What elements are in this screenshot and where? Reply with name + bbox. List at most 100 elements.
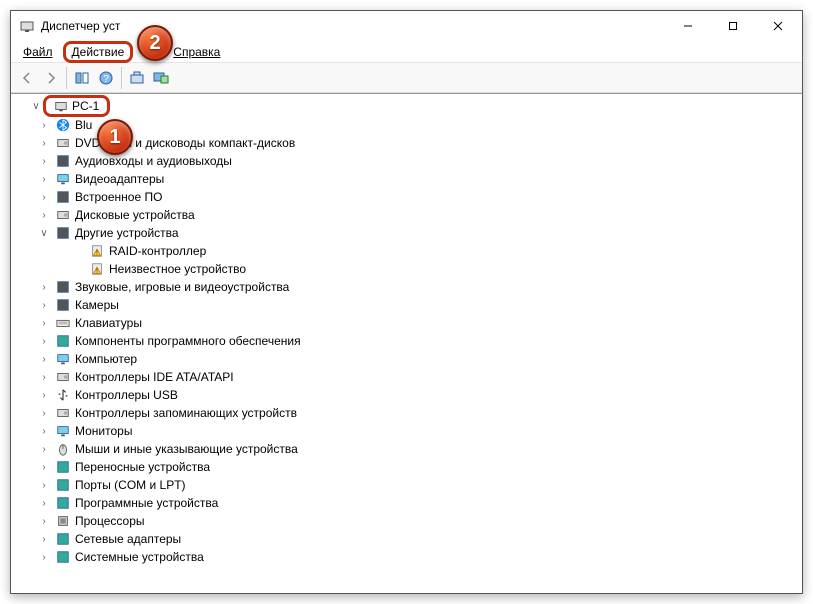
expand-icon[interactable]: › bbox=[37, 208, 51, 222]
expand-icon[interactable]: › bbox=[37, 424, 51, 438]
tree-root[interactable]: ∨ PC-1 bbox=[15, 96, 802, 116]
category-label: Порты (COM и LPT) bbox=[75, 478, 186, 492]
menu-file[interactable]: Файл bbox=[15, 43, 61, 61]
tree-category[interactable]: › Компьютер bbox=[15, 350, 802, 368]
expand-icon[interactable]: ∨ bbox=[37, 226, 51, 240]
tree-category[interactable]: ›Аудиовходы и аудиовыходы bbox=[15, 152, 802, 170]
app-icon bbox=[19, 18, 35, 34]
category-label: Процессоры bbox=[75, 514, 145, 528]
category-label: Дисковые устройства bbox=[75, 208, 195, 222]
tree-category[interactable]: ›Встроенное ПО bbox=[15, 188, 802, 206]
system-icon bbox=[55, 549, 71, 565]
toolbar-scan-button[interactable] bbox=[125, 66, 149, 90]
tree-category[interactable]: ›Компоненты программного обеспечения bbox=[15, 332, 802, 350]
window-title: Диспетчер уст bbox=[41, 19, 665, 33]
cpu-icon bbox=[55, 513, 71, 529]
tree-category[interactable]: › Видеоадаптеры bbox=[15, 170, 802, 188]
tree-category[interactable]: › Клавиатуры bbox=[15, 314, 802, 332]
other-icon bbox=[55, 225, 71, 241]
tree-category[interactable]: › Процессоры bbox=[15, 512, 802, 530]
toolbar-devices-button[interactable] bbox=[149, 66, 173, 90]
camera-icon bbox=[55, 297, 71, 313]
minimize-button[interactable] bbox=[665, 12, 710, 41]
expand-icon[interactable]: › bbox=[37, 406, 51, 420]
expand-icon[interactable]: › bbox=[37, 478, 51, 492]
tree-category[interactable]: › Камеры bbox=[15, 296, 802, 314]
storage-icon bbox=[55, 405, 71, 421]
category-label: Сетевые адаптеры bbox=[75, 532, 181, 546]
expand-icon[interactable]: › bbox=[37, 118, 51, 132]
tree-category[interactable]: › Контроллеры запоминающих устройств bbox=[15, 404, 802, 422]
tree-category[interactable]: › Дисковые устройства bbox=[15, 206, 802, 224]
toolbar-separator bbox=[66, 67, 67, 89]
menu-help[interactable]: Справка bbox=[165, 43, 228, 61]
nav-forward-button[interactable] bbox=[39, 66, 63, 90]
maximize-button[interactable] bbox=[710, 12, 755, 41]
tree-category[interactable]: › Мониторы bbox=[15, 422, 802, 440]
window-controls bbox=[665, 12, 800, 41]
tree-pane: ∨ PC-1 ›Blu›DVD воды и дисководы компакт… bbox=[11, 93, 802, 593]
tree-category[interactable]: ›Blu bbox=[15, 116, 802, 134]
toolbar-help-button[interactable]: ? bbox=[94, 66, 118, 90]
category-label: Контроллеры IDE ATA/ATAPI bbox=[75, 370, 234, 384]
tree-category[interactable]: › Переносные устройства bbox=[15, 458, 802, 476]
toolbar: ? bbox=[11, 63, 802, 93]
expand-icon[interactable]: › bbox=[37, 388, 51, 402]
tree-device[interactable]: !RAID-контроллер bbox=[15, 242, 802, 260]
category-label: Контроллеры запоминающих устройств bbox=[75, 406, 297, 420]
tree-category[interactable]: › Контроллеры IDE ATA/ATAPI bbox=[15, 368, 802, 386]
device-tree[interactable]: ∨ PC-1 ›Blu›DVD воды и дисководы компакт… bbox=[11, 94, 802, 593]
menu-action[interactable]: Действие bbox=[63, 41, 134, 63]
category-label: Переносные устройства bbox=[75, 460, 210, 474]
expand-icon[interactable]: › bbox=[37, 316, 51, 330]
expand-icon[interactable]: › bbox=[37, 352, 51, 366]
portable-icon bbox=[55, 459, 71, 475]
nav-back-button[interactable] bbox=[15, 66, 39, 90]
category-label: Камеры bbox=[75, 298, 119, 312]
expand-icon[interactable]: › bbox=[37, 334, 51, 348]
close-button[interactable] bbox=[755, 12, 800, 41]
monitor-icon bbox=[55, 423, 71, 439]
tree-category[interactable]: ›Программные устройства bbox=[15, 494, 802, 512]
warn-icon: ! bbox=[89, 243, 105, 259]
tree-category[interactable]: › Сетевые адаптеры bbox=[15, 530, 802, 548]
expand-icon[interactable]: › bbox=[37, 136, 51, 150]
tree-device[interactable]: !Неизвестное устройство bbox=[15, 260, 802, 278]
svg-text:!: ! bbox=[96, 268, 98, 275]
root-label: PC-1 bbox=[72, 98, 99, 114]
tree-category[interactable]: ›Контроллеры USB bbox=[15, 386, 802, 404]
audio-icon bbox=[55, 153, 71, 169]
expand-icon[interactable]: › bbox=[37, 172, 51, 186]
expand-icon[interactable]: › bbox=[37, 496, 51, 510]
title-bar: Диспетчер уст bbox=[11, 11, 802, 41]
category-label: Звуковые, игровые и видеоустройства bbox=[75, 280, 289, 294]
expand-icon[interactable]: › bbox=[37, 460, 51, 474]
sound-icon bbox=[55, 279, 71, 295]
expand-icon[interactable]: ∨ bbox=[29, 99, 43, 113]
tree-category[interactable]: › Порты (COM и LPT) bbox=[15, 476, 802, 494]
expand-icon[interactable]: › bbox=[37, 532, 51, 546]
toolbar-show-tree-button[interactable] bbox=[70, 66, 94, 90]
expand-icon[interactable]: › bbox=[37, 298, 51, 312]
expand-icon[interactable]: › bbox=[37, 370, 51, 384]
expand-icon[interactable]: › bbox=[37, 190, 51, 204]
tree-category[interactable]: ›Мыши и иные указывающие устройства bbox=[15, 440, 802, 458]
dvd-icon bbox=[55, 135, 71, 151]
annotation-badge-2: 2 bbox=[137, 25, 173, 61]
expand-icon[interactable]: › bbox=[37, 514, 51, 528]
tree-category[interactable]: ∨Другие устройства bbox=[15, 224, 802, 242]
tree-category[interactable]: › Звуковые, игровые и видеоустройства bbox=[15, 278, 802, 296]
expand-icon[interactable]: › bbox=[37, 550, 51, 564]
category-label: Видеоадаптеры bbox=[75, 172, 164, 186]
expand-icon[interactable]: › bbox=[37, 280, 51, 294]
category-label: Компьютер bbox=[75, 352, 137, 366]
warn-icon: ! bbox=[89, 261, 105, 277]
ports-icon bbox=[55, 477, 71, 493]
category-label: Клавиатуры bbox=[75, 316, 142, 330]
category-label: Мониторы bbox=[75, 424, 132, 438]
tree-category[interactable]: ›Системные устройства bbox=[15, 548, 802, 566]
computer-icon bbox=[55, 351, 71, 367]
expand-icon[interactable]: › bbox=[37, 154, 51, 168]
expand-icon[interactable]: › bbox=[37, 442, 51, 456]
tree-category[interactable]: ›DVD воды и дисководы компакт-дисков bbox=[15, 134, 802, 152]
